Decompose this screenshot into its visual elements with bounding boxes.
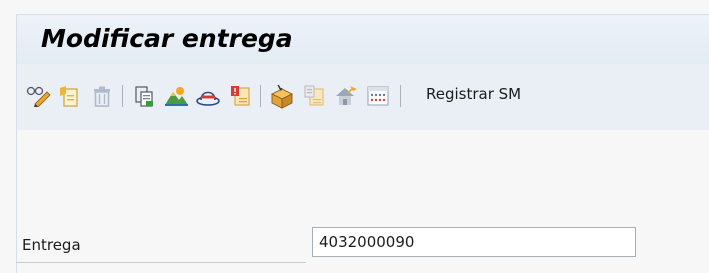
page-title: Modificar entrega bbox=[41, 24, 293, 53]
registrar-sm-button[interactable]: Registrar SM bbox=[426, 85, 521, 103]
toolbar-separator bbox=[400, 85, 401, 107]
hat-icon bbox=[196, 91, 220, 106]
table-button[interactable] bbox=[363, 81, 393, 111]
sap-window: Modificar entrega Registrar SM Entrega 4… bbox=[0, 0, 709, 273]
entrega-label: Entrega bbox=[22, 236, 81, 254]
house-button[interactable] bbox=[331, 81, 361, 111]
package-box-icon bbox=[270, 84, 294, 109]
create-button[interactable] bbox=[55, 81, 85, 111]
application-toolbar: Registrar SM bbox=[16, 64, 709, 130]
package-button[interactable] bbox=[267, 81, 297, 111]
create-document-icon bbox=[60, 86, 78, 107]
copy-document-icon bbox=[135, 86, 153, 107]
document-grid-button[interactable] bbox=[299, 81, 329, 111]
alert-document-button[interactable] bbox=[225, 81, 255, 111]
mountain-image-icon bbox=[165, 87, 188, 106]
document-grid-icon bbox=[304, 85, 324, 106]
delete-button[interactable] bbox=[87, 81, 117, 111]
document-alert-icon bbox=[231, 86, 250, 106]
hat-button[interactable] bbox=[193, 81, 223, 111]
toolbar-separator bbox=[260, 85, 261, 107]
copy-button[interactable] bbox=[129, 81, 159, 111]
table-grid-icon bbox=[367, 86, 389, 106]
delete-trash-icon bbox=[94, 86, 110, 107]
entrega-input[interactable] bbox=[312, 227, 636, 257]
title-bar: Modificar entrega bbox=[16, 14, 709, 64]
field-divider bbox=[16, 262, 306, 263]
display-change-button[interactable] bbox=[23, 81, 53, 111]
house-arrow-icon bbox=[336, 86, 357, 105]
toolbar-separator bbox=[122, 85, 123, 107]
display-change-icon bbox=[26, 86, 51, 107]
image-button[interactable] bbox=[161, 81, 191, 111]
